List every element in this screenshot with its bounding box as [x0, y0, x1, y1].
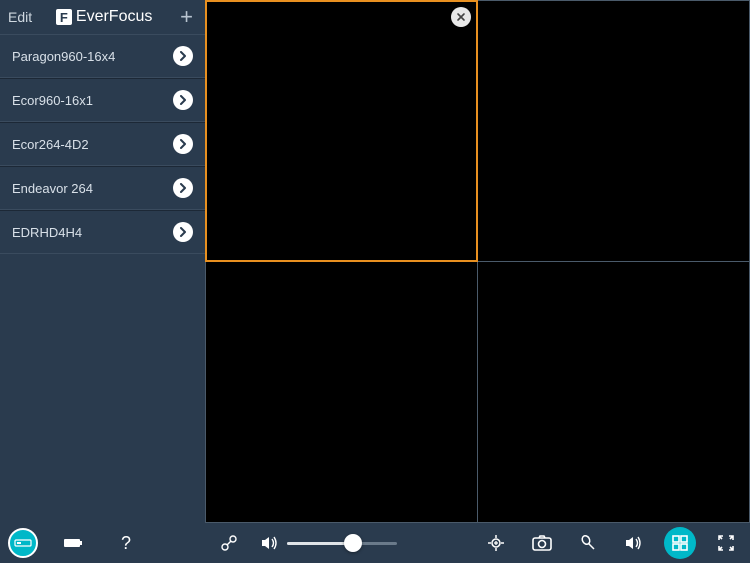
- device-label: Ecor960-16x1: [12, 93, 93, 108]
- snapshot-icon[interactable]: [526, 527, 558, 559]
- device-label: Paragon960-16x4: [12, 49, 115, 64]
- sidebar-header: Edit F EverFocus +: [0, 0, 205, 34]
- device-mode-button[interactable]: [8, 528, 38, 558]
- help-button[interactable]: ?: [110, 527, 142, 559]
- device-label: EDRHD4H4: [12, 225, 82, 240]
- volume-slider-group: [259, 527, 397, 559]
- device-label: Endeavor 264: [12, 181, 93, 196]
- fullscreen-icon[interactable]: [710, 527, 742, 559]
- video-grid: [205, 0, 750, 523]
- device-item-paragon960[interactable]: Paragon960-16x4: [0, 34, 205, 78]
- toolbar-right-group: [205, 523, 750, 563]
- brand-name-label: EverFocus: [76, 8, 152, 26]
- audio-output-icon[interactable]: [618, 527, 650, 559]
- device-item-ecor264[interactable]: Ecor264-4D2: [0, 122, 205, 166]
- volume-slider-thumb[interactable]: [344, 534, 362, 552]
- chevron-right-icon[interactable]: [173, 46, 193, 66]
- device-item-edrhd4h4[interactable]: EDRHD4H4: [0, 210, 205, 254]
- video-panel-4[interactable]: [478, 262, 749, 522]
- volume-icon[interactable]: [259, 527, 281, 559]
- close-icon[interactable]: [451, 7, 471, 27]
- edit-button[interactable]: Edit: [8, 9, 32, 25]
- chevron-right-icon[interactable]: [173, 222, 193, 242]
- brand-logo-icon: F: [56, 9, 72, 25]
- zoom-icon[interactable]: [480, 527, 512, 559]
- video-panel-3[interactable]: [206, 262, 477, 522]
- battery-icon[interactable]: [58, 527, 90, 559]
- chevron-right-icon[interactable]: [173, 178, 193, 198]
- device-item-ecor960[interactable]: Ecor960-16x1: [0, 78, 205, 122]
- chevron-right-icon[interactable]: [173, 134, 193, 154]
- toolbar-left-group: ?: [0, 523, 205, 563]
- chevron-right-icon[interactable]: [173, 90, 193, 110]
- microphone-icon[interactable]: [572, 527, 604, 559]
- device-item-endeavor264[interactable]: Endeavor 264: [0, 166, 205, 210]
- volume-slider[interactable]: [287, 542, 397, 545]
- ptz-connect-icon[interactable]: [213, 527, 245, 559]
- device-list: Paragon960-16x4 Ecor960-16x1 Ecor264-4D2…: [0, 34, 205, 254]
- video-panel-1[interactable]: [206, 1, 477, 261]
- bottom-toolbar: ?: [0, 523, 750, 563]
- grid-layout-button[interactable]: [664, 527, 696, 559]
- device-label: Ecor264-4D2: [12, 137, 89, 152]
- device-sidebar: Edit F EverFocus + Paragon960-16x4 Ecor9…: [0, 0, 205, 523]
- video-panel-2[interactable]: [478, 1, 749, 261]
- add-device-button[interactable]: +: [176, 6, 197, 28]
- brand-title: F EverFocus: [40, 8, 168, 26]
- svg-text:?: ?: [121, 533, 131, 553]
